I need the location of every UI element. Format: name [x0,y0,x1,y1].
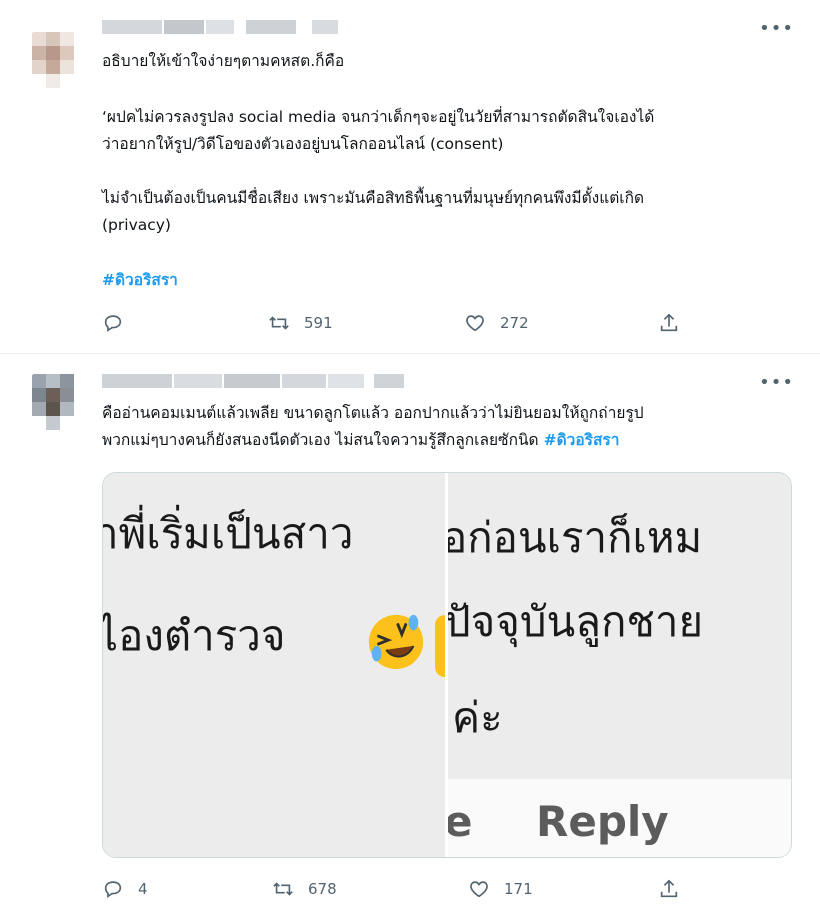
tweet-text-line: ไม่จำเป็นต้องเป็นคนมีชื่อเสียง เพราะมันค… [102,189,645,207]
more-options-icon[interactable]: ••• [759,20,794,38]
tweet-text-line: พวกแม่ๆบางคนก็ยังสนองนีดตัวเอง ไม่สนใจคว… [102,427,619,453]
tweet-media[interactable]: าพี่เริ่มเป็นสาว ไองตำรวจ อก่อนเราก็เหม … [102,472,792,858]
reply-button[interactable] [102,310,124,336]
share-icon [660,313,678,332]
tweet-text-segment: พวกแม่ๆบางคนก็ยังสนองนีดตัวเอง ไม่สนใจคว… [102,431,539,449]
tweet-2[interactable]: ••• คืออ่านคอมเมนต์แล้วเพลีย ขนาดลูกโตแล… [0,354,820,904]
more-options-icon[interactable]: ••• [759,374,794,392]
retweet-icon [269,316,289,330]
image-text: อก่อนเราก็เหม [448,513,703,562]
user-name-blurred[interactable] [102,370,404,392]
tweet-text-line: คืออ่านคอมเมนต์แล้วเพลีย ขนาดลูกโตแล้ว อ… [102,404,644,422]
retweet-button[interactable]: 591 [268,310,333,336]
retweet-button[interactable]: 678 [272,876,337,902]
avatar[interactable] [22,24,88,90]
tweet-text-line: ว่าอยากให้รูป/วิดีโอของตัวเองอยู่บนโลกออ… [102,135,504,153]
avatar[interactable] [22,366,88,432]
media-image-right[interactable]: อก่อนเราก็เหม ปัจจุบันลูกชาย ค่ะ e Reply [448,473,791,857]
like-button[interactable]: 171 [468,876,533,902]
share-button[interactable] [658,310,680,336]
image-text: าพี่เริ่มเป็นสาว [103,509,354,558]
tweet-text-line: อธิบายให้เข้าใจง่ายๆตามคหสต.ก็คือ [102,52,345,70]
image-text: ไองตำรวจ [103,611,286,660]
retweet-count: 591 [304,314,333,332]
rolling-laughing-emoji [368,614,424,670]
hashtag-link[interactable]: #ดิวอริสรา [544,431,620,449]
screenshot-reply-bar: e Reply [448,779,791,857]
share-button[interactable] [658,876,680,902]
user-name-blurred[interactable] [102,16,338,38]
screenshot-reply-label: Reply [536,797,669,846]
emoji-fragment [435,615,445,677]
retweet-icon [273,882,293,896]
tweet-text-line: (privacy) [102,216,171,234]
tweet-text-line: ‘ผปคไม่ควรลงรูปลง social media จนกว่าเด็… [102,108,655,126]
image-text: ค่ะ [452,693,503,742]
like-count: 171 [504,880,533,898]
share-icon [660,879,678,898]
reply-icon [104,881,122,898]
reply-icon [104,315,122,332]
image-text: ปัจจุบันลูกชาย [448,597,704,646]
reply-count: 4 [138,880,148,898]
reply-button[interactable]: 4 [102,876,148,902]
screenshot-reply-label: e [448,801,473,843]
heart-icon [466,315,484,332]
retweet-count: 678 [308,880,337,898]
tweet-actions: 591 272 [102,310,702,336]
tweet-actions: 4 678 171 [102,876,702,902]
hashtag-link[interactable]: #ดิวอริสรา [102,267,178,293]
like-count: 272 [500,314,529,332]
heart-icon [470,881,488,898]
tweet-1[interactable]: ••• อธิบายให้เข้าใจง่ายๆตามคหสต.ก็คือ ‘ผ… [0,0,820,354]
media-image-left[interactable]: าพี่เริ่มเป็นสาว ไองตำรวจ [103,473,445,857]
like-button[interactable]: 272 [464,310,529,336]
